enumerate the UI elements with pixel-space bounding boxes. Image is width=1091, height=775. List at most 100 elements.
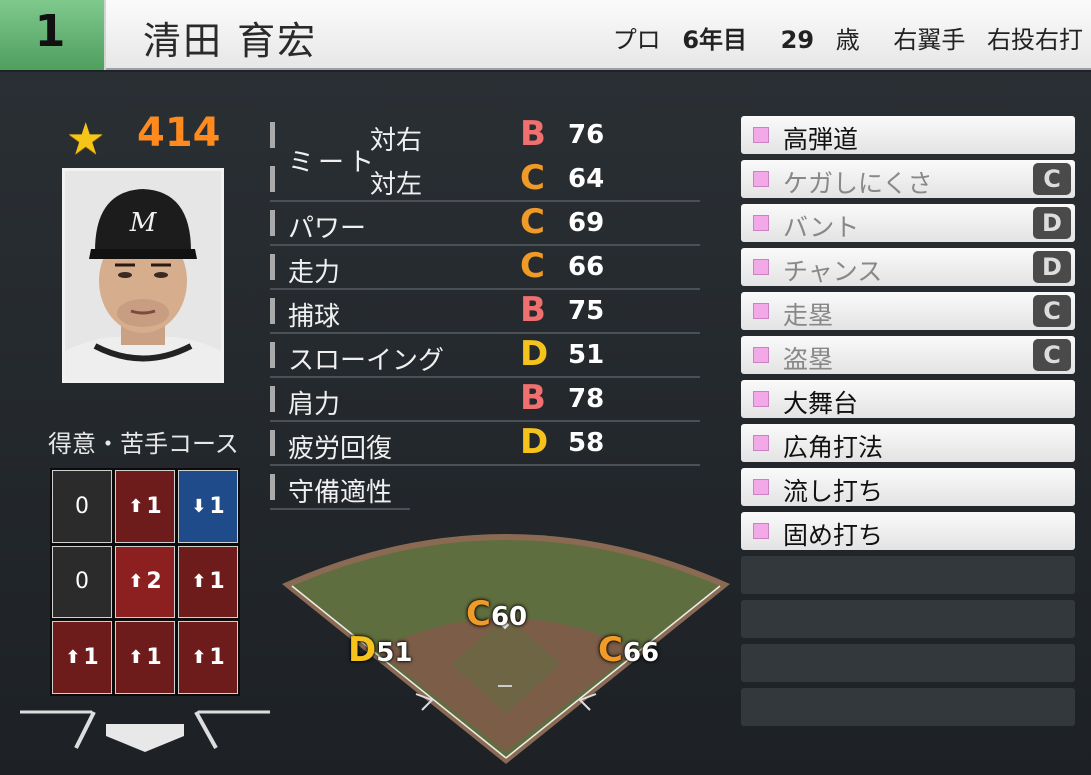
handedness: 右投右打 <box>987 26 1083 54</box>
overall-rating: 414 <box>137 110 221 156</box>
arrow-up-icon: ⬆ <box>128 571 144 593</box>
zone-cell: ⬆ 1 <box>178 545 238 619</box>
stat-grade: B <box>520 290 546 330</box>
ability-item[interactable]: 高弾道 <box>741 116 1075 154</box>
ability-item[interactable]: 固め打ち <box>741 512 1075 550</box>
stat-name: 疲労回復 <box>288 434 393 464</box>
age-unit: 歳 <box>835 26 860 54</box>
stat-bar <box>270 386 275 412</box>
stat-recovery: 疲労回復 D 58 <box>270 422 700 466</box>
ability-name: 盗塁 <box>783 345 834 374</box>
defense-right: C66 <box>598 630 659 670</box>
zone-value: 0 <box>75 569 89 595</box>
defense-field: D51 C60 C66 <box>276 514 736 774</box>
zone-cell: ⬇ 1 <box>178 470 238 543</box>
career-years: 6年目 <box>682 26 748 54</box>
stat-name: パワー <box>288 214 367 244</box>
stat-grade: C <box>520 158 545 198</box>
ability-name: チャンス <box>783 257 883 286</box>
stat-name: スローイング <box>288 346 445 376</box>
stat-grade: C <box>520 202 545 242</box>
stat-value: 75 <box>568 296 605 326</box>
stat-grade: D <box>520 334 549 374</box>
zone-value: 0 <box>75 493 89 519</box>
ability-item[interactable]: チャンス D <box>741 248 1075 286</box>
stat-name: 肩力 <box>288 390 341 420</box>
arrow-up-icon: ⬆ <box>128 495 144 517</box>
zone-value: 1 <box>209 645 225 671</box>
divider <box>270 508 410 510</box>
ability-square-icon <box>753 127 769 143</box>
ability-square-icon <box>753 347 769 363</box>
stat-name: 走力 <box>288 258 341 288</box>
uniform-number-box: 1 <box>0 0 106 70</box>
stat-bar <box>270 166 275 192</box>
ability-item[interactable]: ケガしにくさ C <box>741 160 1075 198</box>
ability-name: バント <box>783 213 860 242</box>
stat-bar <box>270 122 275 148</box>
empty-ability-slot <box>741 600 1075 638</box>
empty-ability-slot <box>741 556 1075 594</box>
stat-grade: B <box>520 114 546 154</box>
stat-grade: D <box>520 422 549 462</box>
ability-item[interactable]: 広角打法 <box>741 424 1075 462</box>
ability-square-icon <box>753 435 769 451</box>
stat-value: 58 <box>568 428 605 458</box>
stat-value: 78 <box>568 384 605 414</box>
ability-item[interactable]: 盗塁 C <box>741 336 1075 374</box>
player-header: 1 清田 育宏 プロ 6年目 29 歳 右翼手 右投右打 <box>0 0 1091 70</box>
zone-value: 1 <box>146 645 162 671</box>
stat-power: パワー C 69 <box>270 202 700 246</box>
ability-item[interactable]: 大舞台 <box>741 380 1075 418</box>
stat-speed: 走力 C 66 <box>270 246 700 290</box>
ability-item[interactable]: 走塁 C <box>741 292 1075 330</box>
stat-vs-right: 対右 B 76 <box>270 114 700 158</box>
stat-value: 69 <box>568 208 605 238</box>
zone-value: 1 <box>146 493 162 519</box>
ability-name: 広角打法 <box>783 433 884 462</box>
zone-value: 1 <box>209 493 225 519</box>
defense-center-grade: C <box>466 594 491 634</box>
ability-square-icon <box>753 259 769 275</box>
defense-center-value: 60 <box>490 602 528 632</box>
empty-ability-slot <box>741 644 1075 682</box>
ability-item[interactable]: バント D <box>741 204 1075 242</box>
zone-cell: ⬆ 1 <box>115 621 175 694</box>
stat-bar <box>270 298 275 324</box>
ability-name: ケガしにくさ <box>783 169 933 198</box>
zone-cell: ⬆ 1 <box>52 621 112 694</box>
defense-right-value: 66 <box>622 638 660 668</box>
stat-bar <box>270 210 275 236</box>
player-portrait: M <box>62 168 224 383</box>
ability-grade: C <box>1033 295 1071 327</box>
arrow-up-icon: ⬆ <box>191 571 207 593</box>
stat-vs-left: 対左 C 64 <box>270 158 700 202</box>
zone-cell: ⬆ 2 <box>115 545 175 619</box>
baseball-field-icon <box>282 534 730 764</box>
defense-left-grade: D <box>348 630 377 670</box>
arrow-up-icon: ⬆ <box>191 647 207 669</box>
career-label: プロ <box>612 26 661 54</box>
course-label: 得意・苦手コース <box>48 430 239 458</box>
stat-name: 対左 <box>370 170 423 200</box>
ability-name: 大舞台 <box>783 389 859 418</box>
zone-value: 1 <box>209 569 225 595</box>
defense-left-value: 51 <box>376 638 413 668</box>
stat-name: 守備適性 <box>288 478 393 508</box>
player-detail-panel: ★ 414 M 得意・苦手コース 0 ⬆ 1 ⬇ 1 0 ⬆ 2 ⬆ 1 ⬆ 1 ⬆ 1 <box>0 72 1091 775</box>
ability-grade: D <box>1033 251 1071 283</box>
arrow-up-icon: ⬆ <box>65 647 81 669</box>
svg-text:M: M <box>129 208 158 238</box>
ability-grade: D <box>1033 207 1071 239</box>
arrow-up-icon: ⬆ <box>128 647 144 669</box>
zone-value: 2 <box>146 569 162 595</box>
ability-grade: C <box>1033 163 1071 195</box>
ability-square-icon <box>753 215 769 231</box>
zone-cell: 0 <box>52 470 112 543</box>
stat-bar <box>270 430 275 456</box>
stat-throwing: スローイング D 51 <box>270 334 700 378</box>
stat-defense: 守備適性 <box>270 466 410 510</box>
ability-name: 固め打ち <box>783 521 884 550</box>
ability-item[interactable]: 流し打ち <box>741 468 1075 506</box>
ability-square-icon <box>753 171 769 187</box>
